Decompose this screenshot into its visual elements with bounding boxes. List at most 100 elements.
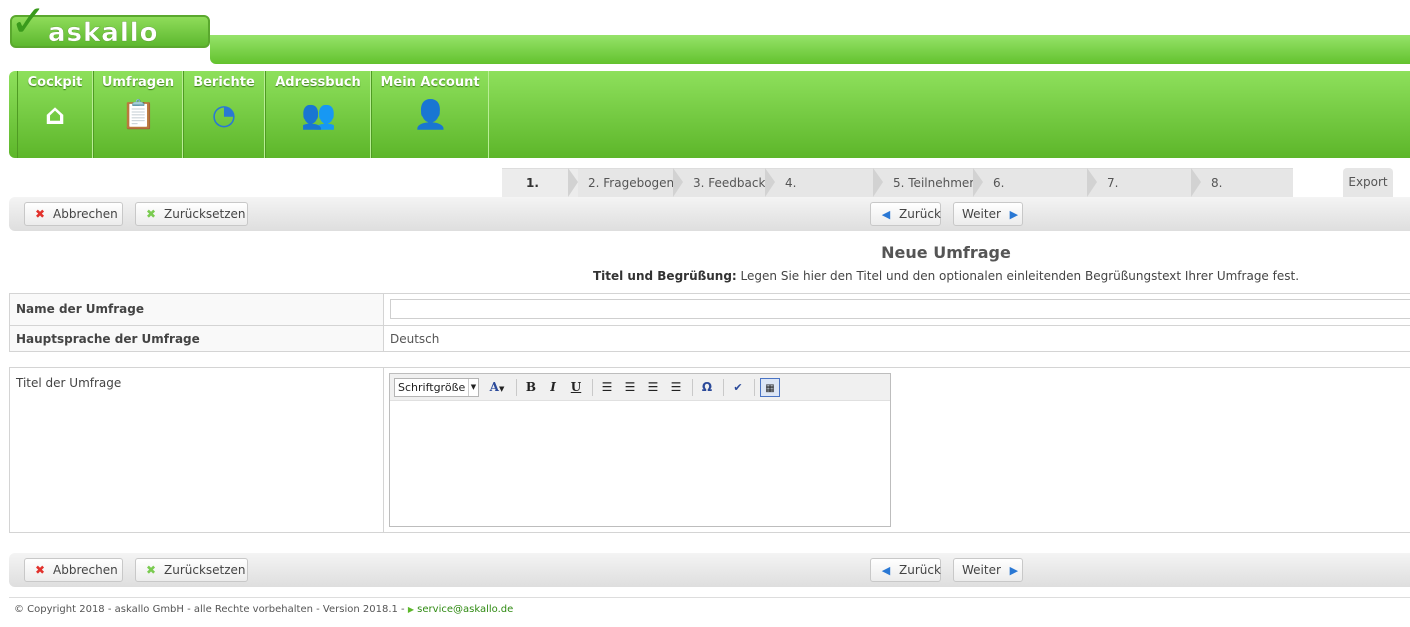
align-left-button[interactable]: ☰	[597, 378, 617, 397]
tab-feedback[interactable]: 3. Feedback	[683, 168, 775, 197]
underline-icon: U	[570, 380, 582, 394]
survey-name-label: Name der Umfrage	[10, 294, 384, 325]
tab-separator	[973, 168, 983, 197]
tab-publizieren[interactable]: 8. Publizieren	[1201, 168, 1293, 219]
spellcheck-icon: ✔	[733, 381, 743, 394]
arrow-left-icon: ◀	[881, 564, 891, 577]
font-size-select[interactable]: Schriftgröße ▼	[394, 378, 479, 397]
nav-cockpit[interactable]: Cockpit ⌂	[17, 71, 93, 158]
tab-separator	[873, 168, 883, 197]
cancel-button[interactable]: ✖ Abbrechen	[24, 558, 123, 582]
align-center-button[interactable]: ☰	[620, 378, 640, 397]
toolbar-separator	[754, 379, 755, 396]
nav-label: Mein Account	[380, 75, 480, 90]
reset-label: Zurücksetzen	[164, 207, 246, 221]
reset-icon: ✖	[145, 207, 157, 221]
address-book-icon: 👥	[301, 98, 336, 131]
chevron-down-icon: ▼	[498, 384, 505, 393]
omega-icon: Ω	[701, 380, 713, 394]
nav-adressbuch[interactable]: Adressbuch 👥	[265, 71, 371, 158]
action-toolbar-top: ✖ Abbrechen ✖ Zurücksetzen ◀ Zurück Weiter ▶	[9, 197, 1410, 231]
spellcheck-button[interactable]: ✔	[728, 378, 748, 397]
logo[interactable]: ✓ askallo	[8, 0, 218, 50]
next-button[interactable]: Weiter ▶	[953, 202, 1023, 226]
text-color-icon: A	[489, 380, 499, 394]
survey-language-label: Hauptsprache der Umfrage	[10, 326, 384, 351]
underline-button[interactable]: U	[566, 378, 586, 397]
action-toolbar-bottom: ✖ Abbrechen ✖ Zurücksetzen ◀ Zurück Weiter ▶	[9, 553, 1410, 587]
chevron-down-icon: ▼	[468, 379, 478, 396]
back-button[interactable]: ◀ Zurück	[870, 202, 941, 226]
tab-separator	[765, 168, 775, 197]
back-button[interactable]: ◀ Zurück	[870, 558, 941, 582]
tab-separator	[568, 168, 578, 197]
nav-umfragen[interactable]: Umfragen 📋	[93, 71, 183, 158]
justify-button[interactable]: ☰	[666, 378, 686, 397]
font-size-label: Schriftgröße	[398, 381, 466, 394]
bold-button[interactable]: B	[521, 378, 541, 397]
home-icon: ⌂	[44, 98, 66, 131]
cancel-button[interactable]: ✖ Abbrechen	[24, 202, 123, 226]
toolbar-separator	[692, 379, 693, 396]
bold-icon: B	[525, 380, 537, 394]
text-color-button[interactable]: A▼	[482, 378, 512, 397]
grid-icon: ▦	[765, 383, 775, 394]
cancel-label: Abbrechen	[53, 563, 118, 577]
nav-mein-account[interactable]: Mein Account 👤	[371, 71, 489, 158]
tab-separator	[1087, 168, 1097, 197]
arrow-left-icon: ◀	[881, 208, 891, 221]
footer: © Copyright 2018 - askallo GmbH - alle R…	[14, 604, 513, 615]
subtitle-text: Legen Sie hier den Titel und den optiona…	[736, 269, 1300, 283]
nav-label: Cockpit	[27, 75, 83, 90]
special-character-button[interactable]: Ω	[697, 378, 717, 397]
next-button[interactable]: Weiter ▶	[953, 558, 1023, 582]
cancel-icon: ✖	[34, 563, 46, 577]
subtitle-bold: Titel und Begrüßung:	[592, 269, 737, 283]
pie-chart-icon: ◔	[211, 98, 237, 131]
nav-berichte[interactable]: Berichte ◔	[183, 71, 265, 158]
toolbar-separator	[516, 379, 517, 396]
cancel-label: Abbrechen	[53, 207, 118, 221]
back-label: Zurück	[899, 207, 941, 221]
tab-einstellungen[interactable]: 6. Einstellungen	[983, 168, 1097, 219]
italic-icon: I	[550, 380, 556, 394]
nav-label: Umfragen	[101, 75, 175, 90]
copyright-text: © Copyright 2018 - askallo GmbH - alle R…	[14, 604, 408, 615]
survey-title-label: Titel der Umfrage	[10, 368, 384, 532]
align-left-icon: ☰	[601, 380, 613, 394]
next-label: Weiter	[962, 207, 1001, 221]
survey-name-row: Name der Umfrage	[9, 293, 1410, 326]
title-editor: Schriftgröße ▼ A▼ B I U ☰ ☰ ☰ ☰ Ω ✔ ▦	[389, 373, 891, 527]
reset-icon: ✖	[145, 563, 157, 577]
survey-clipboard-icon: 📋	[121, 98, 156, 131]
tab-separator	[673, 168, 683, 197]
justify-icon: ☰	[670, 380, 682, 394]
toolbar-separator	[592, 379, 593, 396]
tab-teilnehmer[interactable]: 5. Teilnehmer	[883, 168, 983, 197]
survey-name-input[interactable]	[390, 299, 1410, 319]
export-tab[interactable]: Export	[1343, 168, 1393, 197]
toggle-toolbar-button[interactable]: ▦	[760, 378, 780, 397]
support-email-link[interactable]: service@askallo.de	[417, 604, 513, 615]
tab-uebersetzung[interactable]: 4. Übersetzung	[775, 168, 883, 219]
footer-divider	[9, 597, 1410, 598]
tab-separator	[1191, 168, 1201, 197]
triangle-right-icon: ▶	[407, 605, 414, 614]
nav-label: Berichte	[193, 75, 255, 90]
back-label: Zurück	[899, 563, 941, 577]
reset-button[interactable]: ✖ Zurücksetzen	[135, 558, 248, 582]
align-right-button[interactable]: ☰	[643, 378, 663, 397]
logo-text: askallo	[48, 18, 159, 48]
reset-button[interactable]: ✖ Zurücksetzen	[135, 202, 248, 226]
italic-button[interactable]: I	[543, 378, 563, 397]
tab-fragebogen[interactable]: 2. Fragebogen	[578, 168, 683, 197]
checkmark-icon: ✓	[10, 0, 47, 47]
next-label: Weiter	[962, 563, 1001, 577]
editor-toolbar: Schriftgröße ▼ A▼ B I U ☰ ☰ ☰ ☰ Ω ✔ ▦	[390, 374, 890, 401]
tab-titel[interactable]: 1. Titel	[502, 168, 578, 219]
survey-language-value: Deutsch	[390, 332, 440, 346]
tab-mailversand[interactable]: 7. Mailversand	[1097, 168, 1201, 219]
nav-label: Adressbuch	[275, 75, 361, 90]
arrow-right-icon: ▶	[1009, 564, 1019, 577]
page-title: Neue Umfrage	[881, 243, 1011, 262]
